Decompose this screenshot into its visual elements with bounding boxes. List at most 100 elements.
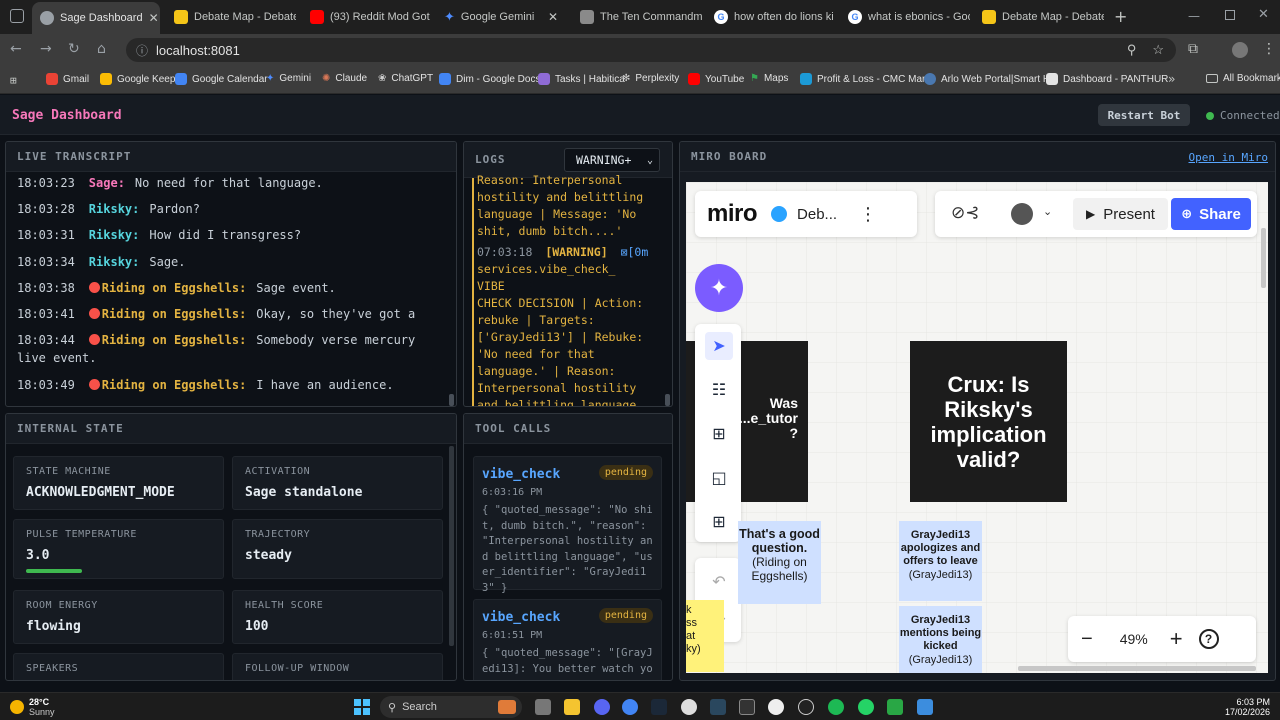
all-bookmarks[interactable]: All Bookmarks: [1206, 73, 1280, 84]
bookmark-chatgpt[interactable]: ❀ ChatGPT: [378, 73, 433, 84]
bookmark-star-icon[interactable]: ☆: [1152, 42, 1164, 58]
more-bookmarks-icon[interactable]: »: [1168, 72, 1175, 86]
tab-ten-commandments[interactable]: The Ten Commandme ✕: [572, 4, 702, 30]
tab-debate-map-2[interactable]: Debate Map - Debate ✕: [974, 4, 1104, 30]
bookmark-youtube[interactable]: YouTube: [688, 73, 744, 85]
bookmark-panthur[interactable]: Dashboard - PANTHUR: [1046, 73, 1168, 85]
tab-reddit[interactable]: (93) Reddit Mod Got ✕: [302, 4, 432, 30]
open-in-miro-link[interactable]: Open in Miro: [1189, 151, 1268, 164]
frame-icon[interactable]: ⊞: [705, 420, 733, 448]
board-name[interactable]: Deb...: [797, 206, 837, 223]
log-level-select[interactable]: WARNING+ ⌄: [564, 148, 660, 172]
ai-sparkle-button[interactable]: ✦: [695, 264, 743, 312]
steam-icon[interactable]: [651, 699, 667, 715]
address-bar[interactable]: ⓘ localhost:8081 ⚲ ☆: [126, 38, 1176, 62]
terminal-icon[interactable]: [739, 699, 755, 715]
perplexity-icon: ✻: [622, 73, 631, 84]
tab-ebonics[interactable]: G what is ebonics - Goo ✕: [840, 4, 970, 30]
steam-icon[interactable]: [710, 699, 726, 715]
select-cursor-icon[interactable]: ➤: [705, 332, 733, 360]
sticky-note[interactable]: k ss at ky): [686, 600, 724, 672]
home-icon[interactable]: ⌂: [97, 41, 106, 57]
zoom-out-icon[interactable]: −: [1081, 628, 1093, 651]
menu-icon[interactable]: ⋮: [1262, 41, 1276, 57]
miro-embed[interactable]: miro Deb... ⋮ ⊘⊰ ⌄ ▶ Present ⊕ Share ✦ W…: [686, 182, 1268, 673]
tab-debate-map[interactable]: Debate Map - Debate ✕: [166, 4, 296, 30]
more-vertical-icon[interactable]: ⋮: [859, 204, 877, 225]
tab-lions[interactable]: G how often do lions ki ✕: [706, 4, 836, 30]
extensions-icon[interactable]: ⧉: [1188, 41, 1198, 57]
bookmark-gmail[interactable]: Gmail: [46, 73, 89, 85]
app-icon[interactable]: [887, 699, 903, 715]
zoom-icon[interactable]: ⚲: [1127, 42, 1137, 58]
status-text: Connected: [1220, 109, 1280, 122]
bookmark-perplexity[interactable]: ✻ Perplexity: [622, 73, 679, 84]
templates-icon[interactable]: ☷: [705, 376, 733, 404]
close-icon[interactable]: ✕: [548, 10, 558, 24]
app-icon[interactable]: [768, 699, 784, 715]
bookmark-habitica[interactable]: Tasks | Habitica: [538, 73, 625, 85]
zoom-level[interactable]: 49%: [1120, 631, 1148, 647]
tab-sage-dashboard[interactable]: Sage Dashboard ✕: [32, 2, 160, 34]
reactions-icon[interactable]: ⊘⊰: [951, 203, 980, 223]
bookmark-claude[interactable]: ✺ Claude: [322, 73, 367, 84]
app-icon[interactable]: [917, 699, 933, 715]
clock[interactable]: 6:03 PM 17/02/2026: [1225, 697, 1270, 717]
bookmark-arlo[interactable]: Arlo Web Portal|Smart H...: [924, 73, 1058, 85]
minimize-icon[interactable]: —: [1188, 9, 1200, 23]
tab-search-icon[interactable]: [10, 9, 24, 23]
add-more-icon[interactable]: ⊞: [705, 508, 733, 536]
bookmark-google-docs[interactable]: Dim - Google Docs: [439, 73, 540, 85]
apps-icon[interactable]: ⊞: [10, 74, 17, 87]
maximize-icon[interactable]: [1225, 10, 1235, 20]
vertical-scrollbar[interactable]: [1261, 228, 1266, 288]
new-tab-icon[interactable]: +: [1114, 7, 1127, 26]
tool-call-card[interactable]: vibe_check pending 6:03:16 PM { "quoted_…: [473, 456, 662, 594]
crux-frame[interactable]: Crux: Is Riksky's implication valid?: [910, 341, 1067, 502]
help-icon[interactable]: ?: [1198, 629, 1219, 649]
whatsapp-icon[interactable]: [858, 699, 874, 715]
windows-start-icon[interactable]: [354, 699, 370, 715]
tool-call-card[interactable]: vibe_check pending 6:01:51 PM { "quoted_…: [473, 599, 662, 680]
horizontal-scrollbar[interactable]: [1018, 666, 1256, 671]
sticky-note[interactable]: GrayJedi13 apologizes and offers to leav…: [899, 521, 982, 601]
present-button[interactable]: ▶ Present: [1073, 198, 1168, 230]
forward-icon[interactable]: →: [40, 41, 52, 57]
scrollbar[interactable]: [449, 446, 454, 646]
weather-widget[interactable]: 28°C Sunny: [10, 697, 55, 717]
card-label: TRAJECTORY: [245, 529, 311, 540]
scrollbar[interactable]: [449, 394, 454, 406]
scrollbar[interactable]: [665, 394, 670, 406]
sticky-note[interactable]: GrayJedi13 mentions being kicked (GrayJe…: [899, 606, 982, 673]
chevron-down-icon[interactable]: ⌄: [1043, 205, 1052, 218]
back-icon[interactable]: ←: [10, 41, 22, 57]
zoom-in-icon[interactable]: +: [1170, 626, 1183, 652]
tab-gemini[interactable]: ✦ Google Gemini ✕: [436, 4, 566, 30]
file-explorer-icon[interactable]: [564, 699, 580, 715]
app-icon[interactable]: [828, 699, 844, 715]
reload-icon[interactable]: ↻: [68, 41, 80, 57]
taskbar-search[interactable]: ⚲ Search: [380, 696, 522, 718]
bookmark-google-calendar[interactable]: Google Calendar: [175, 73, 268, 85]
bookmark-google-keep[interactable]: Google Keep: [100, 73, 175, 85]
close-icon[interactable]: ✕: [149, 11, 159, 25]
youtube-icon: [310, 10, 324, 24]
restart-bot-button[interactable]: Restart Bot: [1098, 104, 1190, 126]
bookmark-cmc[interactable]: Profit & Loss - CMC Mar...: [800, 73, 933, 85]
sticky-note-icon[interactable]: ◱: [705, 464, 733, 492]
discord-icon[interactable]: [594, 699, 610, 715]
undo-icon[interactable]: ↶: [705, 568, 733, 596]
chrome-icon[interactable]: [622, 699, 638, 715]
pulse-bar-track: [26, 569, 213, 573]
bookmark-maps[interactable]: ⚑ Maps: [750, 73, 788, 84]
share-button[interactable]: ⊕ Share: [1171, 198, 1251, 230]
window-close-icon[interactable]: ✕: [1258, 7, 1269, 22]
bookmark-gemini[interactable]: ✦ Gemini: [266, 73, 311, 84]
app-icon[interactable]: [681, 699, 697, 715]
site-info-icon[interactable]: ⓘ: [136, 42, 148, 59]
task-view-icon[interactable]: [535, 699, 551, 715]
sticky-note[interactable]: That's a good question. (Riding on Eggsh…: [738, 521, 821, 604]
user-avatar[interactable]: [1011, 203, 1033, 225]
profile-avatar[interactable]: [1232, 42, 1248, 58]
obs-icon[interactable]: [798, 699, 814, 715]
